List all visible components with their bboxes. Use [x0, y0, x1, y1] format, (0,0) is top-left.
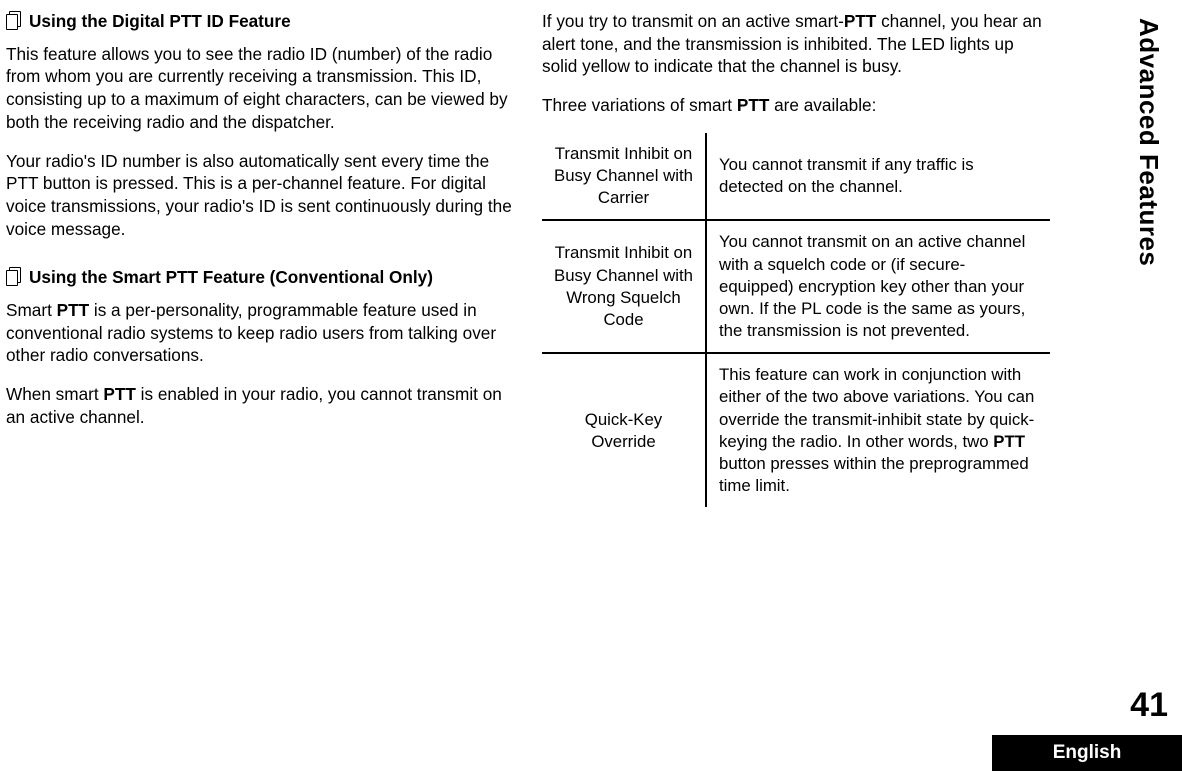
pages-icon	[6, 267, 21, 285]
paragraph: Three variations of smart PTT are availa…	[542, 94, 1050, 117]
table-cell-left: Transmit Inhibit on Busy Channel with Ca…	[542, 133, 706, 221]
paragraph: When smart PTT is enabled in your radio,…	[6, 383, 514, 428]
page-content: Using the Digital PTT ID Feature This fe…	[0, 0, 1080, 507]
heading-text: Using the Digital PTT ID Feature	[29, 10, 291, 33]
left-column: Using the Digital PTT ID Feature This fe…	[6, 10, 514, 507]
heading-digital-ptt-id: Using the Digital PTT ID Feature	[6, 10, 514, 33]
footer-language: English	[992, 735, 1182, 771]
table-cell-right: You cannot transmit if any traffic is de…	[706, 133, 1050, 221]
page-number: 41	[1130, 686, 1168, 725]
table-row: Quick-Key Override This feature can work…	[542, 353, 1050, 507]
table-cell-left: Transmit Inhibit on Busy Channel with Wr…	[542, 220, 706, 353]
table-cell-right: This feature can work in conjunction wit…	[706, 353, 1050, 507]
smart-ptt-table: Transmit Inhibit on Busy Channel with Ca…	[542, 133, 1050, 507]
right-column: If you try to transmit on an active smar…	[542, 10, 1050, 507]
heading-smart-ptt: Using the Smart PTT Feature (Conventiona…	[6, 266, 514, 289]
table-cell-right: You cannot transmit on an active channel…	[706, 220, 1050, 353]
table-cell-left: Quick-Key Override	[542, 353, 706, 507]
paragraph: Your radio's ID number is also automatic…	[6, 150, 514, 241]
table-row: Transmit Inhibit on Busy Channel with Ca…	[542, 133, 1050, 221]
side-tab-title: Advanced Features	[1133, 18, 1164, 266]
heading-text: Using the Smart PTT Feature (Conventiona…	[29, 266, 433, 289]
paragraph: This feature allows you to see the radio…	[6, 43, 514, 134]
paragraph: If you try to transmit on an active smar…	[542, 10, 1050, 78]
table-row: Transmit Inhibit on Busy Channel with Wr…	[542, 220, 1050, 353]
paragraph: Smart PTT is a per-personality, programm…	[6, 299, 514, 367]
pages-icon	[6, 11, 21, 29]
